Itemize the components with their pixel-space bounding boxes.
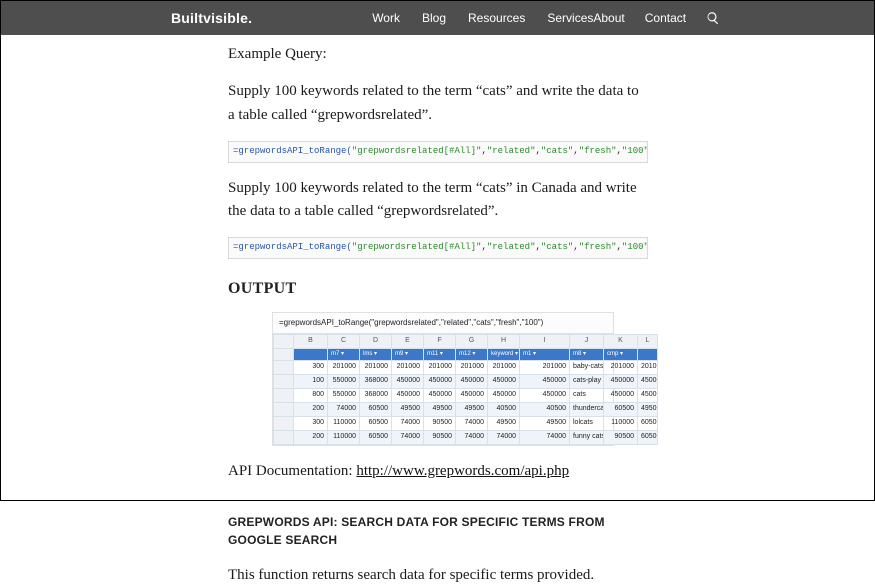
nav-services[interactable]: Services: [547, 11, 593, 25]
brand-logo[interactable]: Builtvisible.: [171, 10, 252, 26]
table-row: 300110000605007400090500740004950049500l…: [274, 416, 658, 430]
filter-row: m7 ▾lms ▾m9 ▾m11 ▾m12 ▾keyword ▾m1 ▾m8 ▾…: [274, 349, 658, 361]
code2-arg1: "related": [487, 242, 536, 252]
output-heading: OUTPUT: [228, 277, 648, 302]
column-header-row: BC DE FG HI JK L: [274, 335, 658, 349]
code1-arg3: "fresh": [579, 146, 617, 156]
api-doc-line: API Documentation: http://www.grepwords.…: [228, 460, 648, 483]
nav-resources[interactable]: Resources: [468, 11, 525, 25]
api-doc-link[interactable]: http://www.grepwords.com/api.php: [356, 463, 569, 479]
example-query-label: Example Query:: [228, 43, 648, 66]
article-body: Example Query: Supply 100 keywords relat…: [228, 35, 648, 587]
code1-arg4: "100": [622, 146, 648, 156]
nav-contact[interactable]: Contact: [645, 11, 686, 25]
section-heading: GREPWORDS API: SEARCH DATA FOR SPECIFIC …: [228, 513, 648, 550]
code2-arg2: "cats": [541, 242, 573, 252]
header: Builtvisible. Work Blog Resources Servic…: [1, 1, 874, 35]
table-row: 1005500003680004500004500004500004500004…: [274, 375, 658, 389]
nav-work[interactable]: Work: [372, 11, 400, 25]
main-nav: Work Blog Resources Services: [372, 11, 593, 25]
code1-arg2: "cats": [541, 146, 573, 156]
api-doc-label: API Documentation:: [228, 463, 356, 479]
code-block-2: =grepwordsAPI_toRange("grepwordsrelated[…: [228, 237, 648, 259]
code2-arg4: "100": [622, 242, 648, 252]
spreadsheet-screenshot: =grepwordsAPI_toRange("grepwordsrelated"…: [272, 312, 614, 446]
code2-fn: =grepwordsAPI_toRange(: [233, 242, 352, 252]
table-row: 200110000605007400090500740007400074000f…: [274, 430, 658, 444]
paragraph-3: This function returns search data for sp…: [228, 564, 648, 587]
search-icon[interactable]: [706, 11, 720, 25]
nav-blog[interactable]: Blog: [422, 11, 446, 25]
code1-fn: =grepwordsAPI_toRange(: [233, 146, 352, 156]
table-row: 20074000605004950049500495004050040500th…: [274, 402, 658, 416]
paragraph-2: Supply 100 keywords related to the term …: [228, 177, 648, 224]
table-row: 8005500003680004500004500004500004500004…: [274, 389, 658, 403]
code2-arg3: "fresh": [579, 242, 617, 252]
nav-about[interactable]: About: [593, 11, 624, 25]
code1-arg0: "grepwordsrelated[#All]": [352, 146, 482, 156]
paragraph-1: Supply 100 keywords related to the term …: [228, 80, 648, 127]
right-nav: About Contact: [593, 11, 720, 25]
code2-arg0: "grepwordsrelated[#All]": [352, 242, 482, 252]
code1-arg1: "related": [487, 146, 536, 156]
formula-bar: =grepwordsAPI_toRange("grepwordsrelated"…: [273, 313, 613, 334]
code-block-1: =grepwordsAPI_toRange("grepwordsrelated[…: [228, 141, 648, 163]
spreadsheet-table: BC DE FG HI JK L m7 ▾lms ▾m9 ▾m11 ▾m12 ▾…: [273, 334, 658, 444]
table-row: 3002010002010002010002010002010002010002…: [274, 361, 658, 375]
